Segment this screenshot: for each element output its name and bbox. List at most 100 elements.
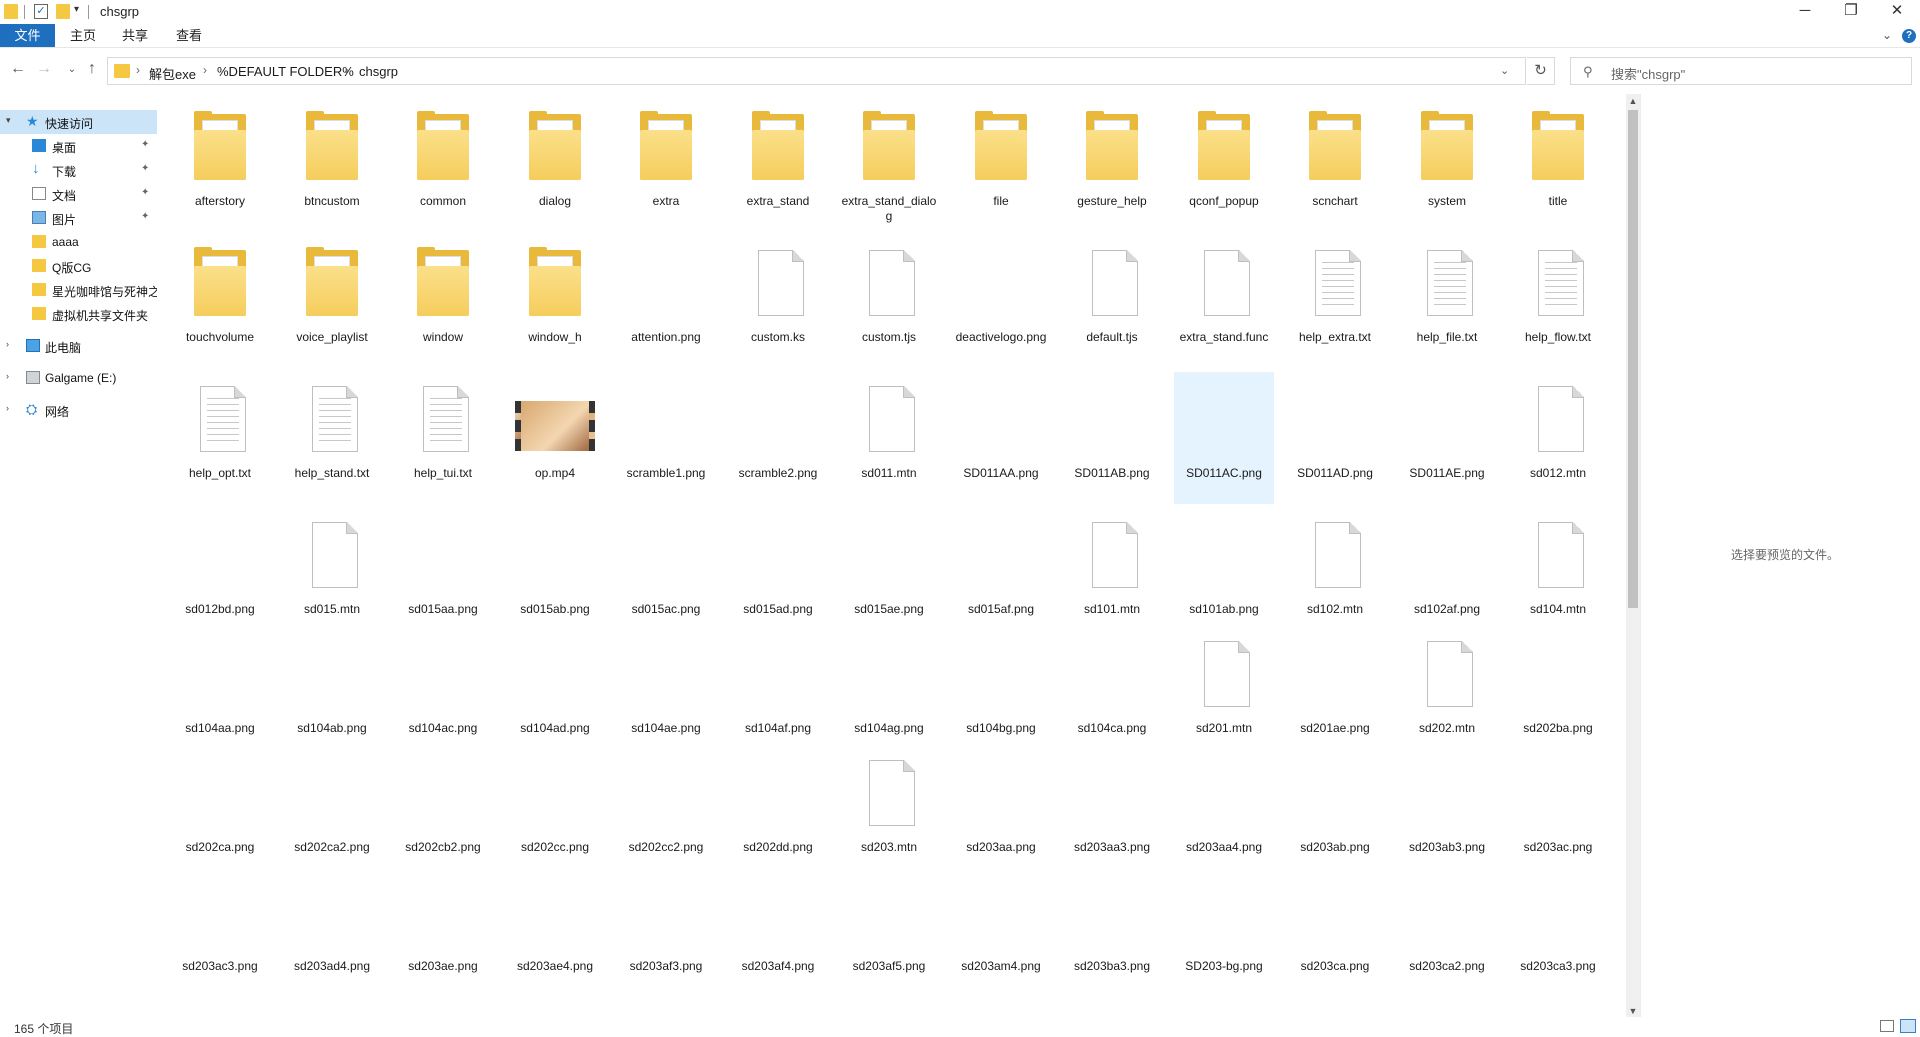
file-item[interactable]: sd104ac.png <box>393 627 493 742</box>
new-folder-icon[interactable] <box>56 4 70 19</box>
scroll-down-icon[interactable]: ▼ <box>1626 1004 1640 1018</box>
file-item[interactable]: help_stand.txt <box>282 372 382 504</box>
file-item[interactable]: help_file.txt <box>1397 236 1497 368</box>
file-item[interactable]: sd202ba.png <box>1508 627 1608 742</box>
file-item[interactable]: sd203aa4.png <box>1174 746 1274 861</box>
scroll-up-icon[interactable]: ▲ <box>1626 94 1640 108</box>
sidebar-item-qcg[interactable]: Q版CG <box>0 254 157 278</box>
help-icon[interactable]: ? <box>1902 29 1916 43</box>
file-item[interactable]: custom.tjs <box>839 236 939 368</box>
tab-view[interactable]: 查看 <box>174 24 204 47</box>
chevron-right-icon[interactable]: › <box>136 63 140 77</box>
file-item[interactable]: sd015ab.png <box>505 508 605 623</box>
close-button[interactable]: ✕ <box>1874 0 1920 24</box>
file-item[interactable]: sd015ae.png <box>839 508 939 623</box>
file-item[interactable]: extra <box>616 100 716 232</box>
file-item[interactable]: title <box>1508 100 1608 232</box>
properties-icon[interactable]: ✓ <box>34 4 48 19</box>
file-item[interactable]: sd203ca3.png <box>1508 865 1608 980</box>
file-item[interactable]: sd201ae.png <box>1285 627 1385 742</box>
file-item[interactable]: sd015ad.png <box>728 508 828 623</box>
file-item[interactable]: sd203ab.png <box>1285 746 1385 861</box>
file-item[interactable]: sd202cc2.png <box>616 746 716 861</box>
tab-home[interactable]: 主页 <box>68 24 98 47</box>
file-item[interactable]: default.tjs <box>1062 236 1162 368</box>
file-item[interactable]: SD011AD.png <box>1285 372 1385 504</box>
file-item[interactable]: afterstory <box>170 100 270 232</box>
file-item[interactable]: qconf_popup <box>1174 100 1274 232</box>
file-item[interactable]: sd202.mtn <box>1397 627 1497 742</box>
file-item[interactable]: help_opt.txt <box>170 372 270 504</box>
file-item[interactable]: common <box>393 100 493 232</box>
file-item[interactable]: sd203af5.png <box>839 865 939 980</box>
search-box[interactable]: ⚲ 搜索"chsgrp" <box>1570 57 1912 85</box>
file-item[interactable]: sd203aa3.png <box>1062 746 1162 861</box>
file-item[interactable]: sd203ca.png <box>1285 865 1385 980</box>
tab-share[interactable]: 共享 <box>120 24 150 47</box>
file-item[interactable]: sd104ag.png <box>839 627 939 742</box>
file-item[interactable]: file <box>951 100 1051 232</box>
file-item[interactable]: sd202cc.png <box>505 746 605 861</box>
file-item[interactable]: help_flow.txt <box>1508 236 1608 368</box>
file-item[interactable]: touchvolume <box>170 236 270 368</box>
search-input[interactable]: 搜索"chsgrp" <box>1611 64 1685 83</box>
scrollbar-thumb[interactable] <box>1628 110 1638 608</box>
sidebar-item-aaaa[interactable]: aaaa <box>0 230 157 254</box>
file-item[interactable]: extra_stand <box>728 100 828 232</box>
file-item[interactable]: sd202ca2.png <box>282 746 382 861</box>
sidebar-item-desktop[interactable]: 桌面 ✦ <box>0 134 157 158</box>
file-item[interactable]: help_extra.txt <box>1285 236 1385 368</box>
file-item[interactable]: sd104ab.png <box>282 627 382 742</box>
maximize-button[interactable]: ❐ <box>1828 0 1874 24</box>
file-item[interactable]: sd015ac.png <box>616 508 716 623</box>
file-item[interactable]: sd104ad.png <box>505 627 605 742</box>
breadcrumb-item[interactable]: 解包exe <box>149 64 196 83</box>
file-item[interactable]: sd203ca2.png <box>1397 865 1497 980</box>
file-item[interactable]: SD203-bg.png <box>1174 865 1274 980</box>
recent-locations-button[interactable]: ⌄ <box>62 64 82 75</box>
file-item[interactable]: sd015af.png <box>951 508 1051 623</box>
file-item[interactable]: sd104ae.png <box>616 627 716 742</box>
chevron-right-icon[interactable]: › <box>203 63 207 77</box>
file-item[interactable]: sd101.mtn <box>1062 508 1162 623</box>
address-bar[interactable]: › 解包exe › %DEFAULT FOLDER% › chsgrp ⌄ <box>107 57 1526 85</box>
file-item[interactable]: sd202cb2.png <box>393 746 493 861</box>
back-button[interactable]: ← <box>8 60 28 78</box>
chevron-right-icon[interactable]: › <box>6 371 9 381</box>
file-item[interactable]: scnchart <box>1285 100 1385 232</box>
chevron-right-icon[interactable]: › <box>6 339 9 349</box>
file-item[interactable]: custom.ks <box>728 236 828 368</box>
chevron-down-icon[interactable]: ⌄ <box>1500 64 1509 77</box>
file-item[interactable]: window_h <box>505 236 605 368</box>
file-item[interactable]: system <box>1397 100 1497 232</box>
tab-file[interactable]: 文件 <box>0 24 55 47</box>
file-item[interactable]: sd104bg.png <box>951 627 1051 742</box>
up-button[interactable]: ↑ <box>82 60 102 78</box>
file-item[interactable]: op.mp4 <box>505 372 605 504</box>
file-item[interactable]: sd015.mtn <box>282 508 382 623</box>
sidebar-item-pictures[interactable]: 图片 ✦ <box>0 206 157 230</box>
file-item[interactable]: sd203ab3.png <box>1397 746 1497 861</box>
sidebar-item-downloads[interactable]: ↓ 下载 ✦ <box>0 158 157 182</box>
file-item[interactable]: sd203am4.png <box>951 865 1051 980</box>
file-item[interactable]: SD011AC.png <box>1174 372 1274 504</box>
minimize-button[interactable]: ─ <box>1782 0 1828 24</box>
file-item[interactable]: sd011.mtn <box>839 372 939 504</box>
file-item[interactable]: SD011AE.png <box>1397 372 1497 504</box>
chevron-down-icon[interactable]: ▾ <box>74 4 79 15</box>
chevron-right-icon[interactable]: › <box>345 63 349 77</box>
file-item[interactable]: sd012.mtn <box>1508 372 1608 504</box>
file-item[interactable]: sd104ca.png <box>1062 627 1162 742</box>
file-item[interactable]: deactivelogo.png <box>951 236 1051 368</box>
chevron-down-icon[interactable]: ▾ <box>6 115 11 126</box>
sidebar-item-documents[interactable]: 文档 ✦ <box>0 182 157 206</box>
file-item[interactable]: sd104aa.png <box>170 627 270 742</box>
file-item[interactable]: window <box>393 236 493 368</box>
file-item[interactable]: sd015aa.png <box>393 508 493 623</box>
file-item[interactable]: sd203af4.png <box>728 865 828 980</box>
file-item[interactable]: sd104af.png <box>728 627 828 742</box>
file-item[interactable]: dialog <box>505 100 605 232</box>
breadcrumb-item[interactable]: chsgrp <box>359 64 398 79</box>
file-item[interactable]: sd202ca.png <box>170 746 270 861</box>
sidebar-item-folder[interactable]: 星光咖啡馆与死神之 <box>0 278 157 302</box>
